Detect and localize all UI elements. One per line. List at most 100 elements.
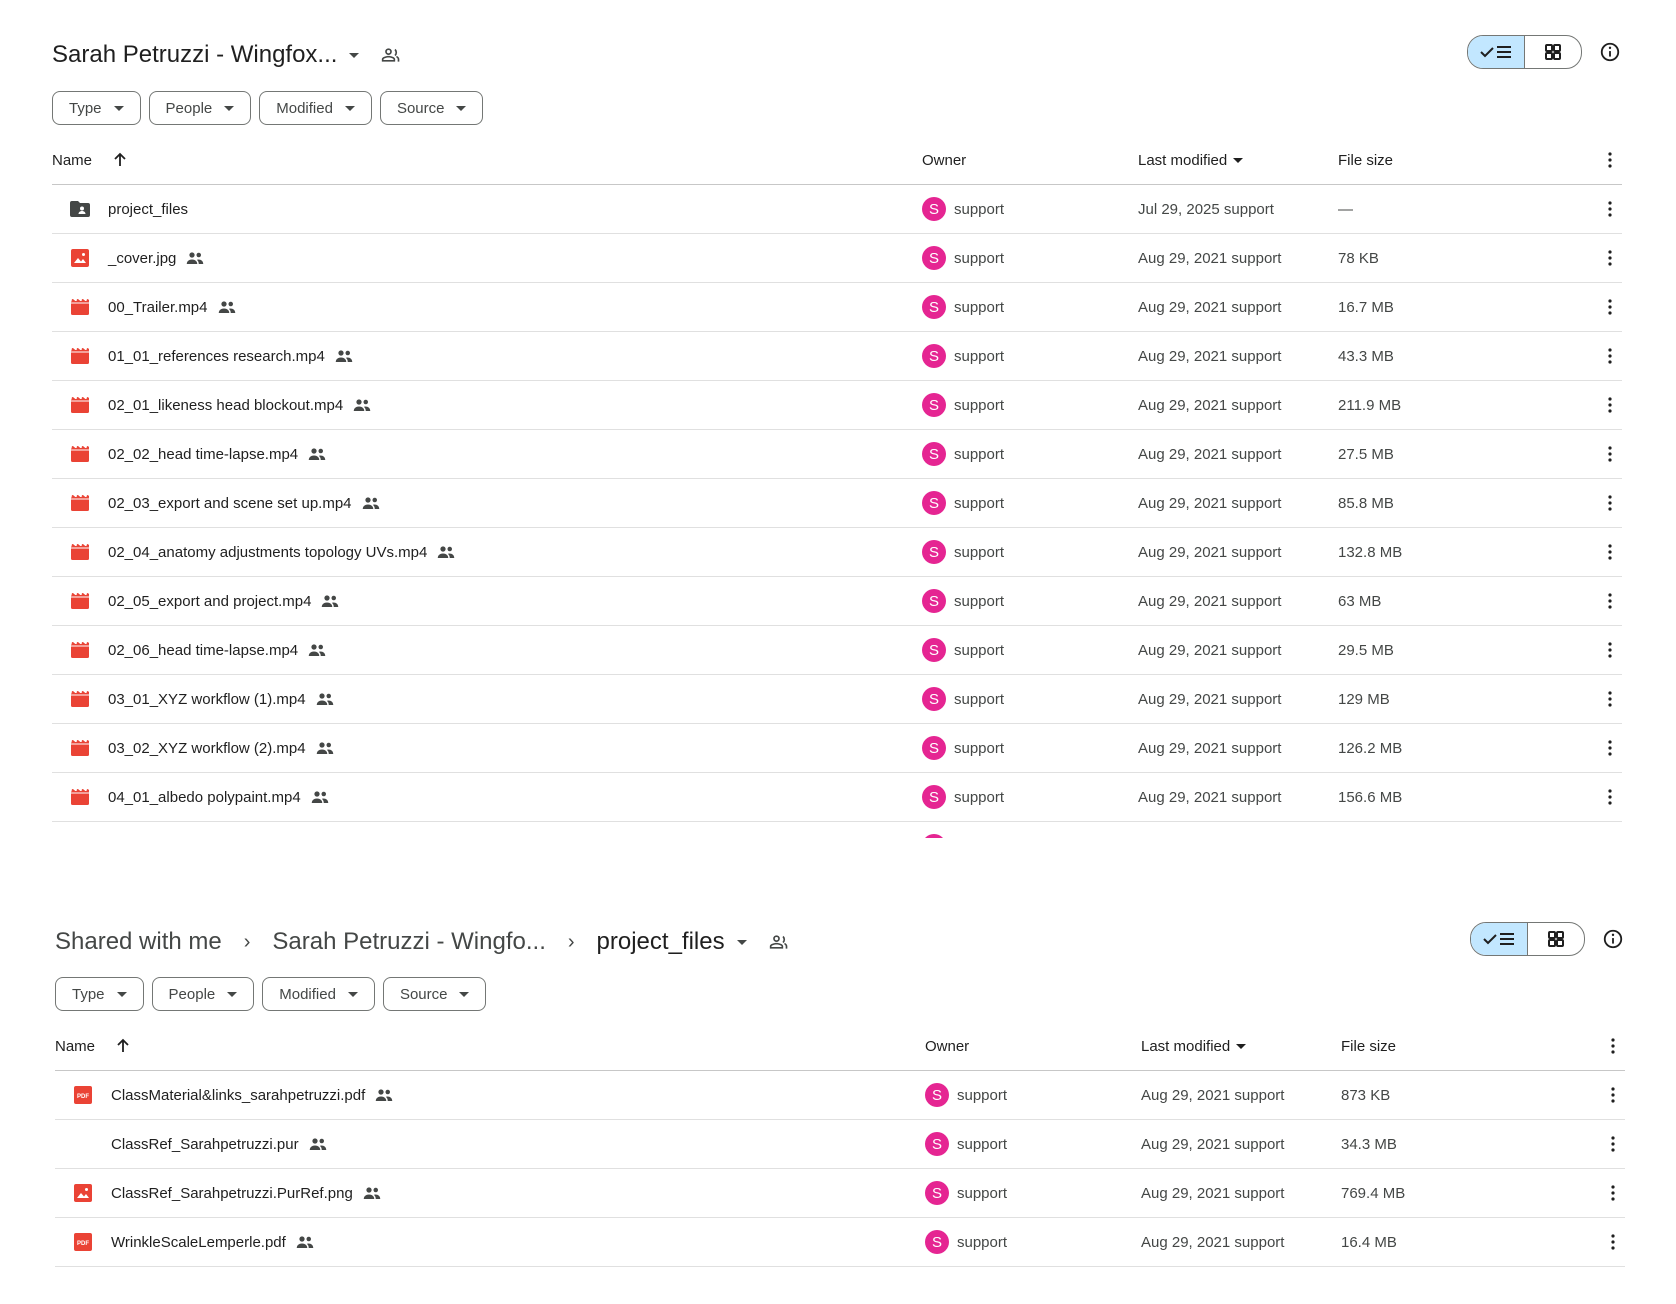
file-name[interactable]: 01_01_references research.mp4 [108,348,325,365]
file-name[interactable]: _cover.jpg [108,250,176,267]
file-name[interactable]: 02_03_export and scene set up.mp4 [108,495,352,512]
table-row[interactable]: 02_06_head time-lapse.mp4 Ssupport Aug 29,… [52,626,1622,675]
file-size-cell: 34.3 MB [1341,1135,1397,1153]
avatar: S [922,246,946,270]
file-size-cell: 134.6 MB [1338,838,1598,839]
file-name[interactable]: WrinkleScaleLemperle.pdf [111,1234,286,1251]
check-list-icon [1483,933,1514,945]
more-options-icon[interactable] [1601,1038,1625,1054]
info-icon[interactable] [1598,40,1622,64]
file-name[interactable]: 04_02_albedo polypaint and spotlight pro… [108,838,459,839]
svg-text:PDF: PDF [77,1094,89,1100]
more-options-icon[interactable] [1598,348,1622,364]
table-row[interactable]: project_files Ssupport Jul 29, 2025 suppor… [52,185,1622,234]
more-options-icon[interactable] [1601,1234,1625,1250]
folder-title-button[interactable]: Sarah Petruzzi - Wingfox... [52,41,360,69]
file-name[interactable]: 03_02_XYZ workflow (2).mp4 [108,740,306,757]
table-row[interactable]: 02_01_likeness head blockout.mp4 Ssupport… [52,381,1622,430]
breadcrumb-shared-with-me[interactable]: Shared with me [55,928,222,956]
drive-subfolder-view: Shared with me › Sarah Petruzzi - Wingfo… [0,904,1676,1304]
more-options-icon[interactable] [1601,1185,1625,1201]
shared-folder-icon[interactable] [769,932,789,952]
filter-source-chip[interactable]: Source [382,977,487,1011]
chip-label: Source [396,99,445,117]
more-options-icon[interactable] [1598,691,1622,707]
more-options-icon[interactable] [1598,495,1622,511]
table-row[interactable]: 02_05_export and project.mp4 Ssupport Aug … [52,577,1622,626]
video-file-icon [68,491,92,515]
owner-name: support [954,249,1005,267]
file-name[interactable]: 02_01_likeness head blockout.mp4 [108,397,343,414]
more-options-icon[interactable] [1598,250,1622,266]
table-row[interactable]: 03_02_XYZ workflow (2).mp4 Ssupport Aug 29… [52,724,1622,773]
grid-view-button[interactable] [1525,36,1581,68]
file-name[interactable]: 02_02_head time-lapse.mp4 [108,446,298,463]
file-name[interactable]: project_files [108,201,188,218]
filter-people-chip[interactable]: People [151,977,255,1011]
filter-type-chip[interactable]: Type [52,91,141,125]
filter-type-chip[interactable]: Type [55,977,144,1011]
file-name[interactable]: 02_04_anatomy adjustments topology UVs.m… [108,544,427,561]
file-name[interactable]: 02_06_head time-lapse.mp4 [108,642,298,659]
modified-column-header[interactable]: Last modified [1138,152,1338,169]
list-view-button[interactable] [1468,36,1525,68]
table-row[interactable]: PDF ClassMaterial&links_sarahpetruzzi.pdf… [55,1071,1625,1120]
more-options-icon[interactable] [1598,789,1622,805]
avatar: S [922,344,946,368]
file-name[interactable]: 00_Trailer.mp4 [108,299,208,316]
more-options-icon[interactable] [1601,1136,1625,1152]
table-row[interactable]: 02_02_head time-lapse.mp4 Ssupport Aug 29,… [52,430,1622,479]
more-options-icon[interactable] [1598,740,1622,756]
table-row[interactable]: ClassRef_Sarahpetruzzi.pur Ssupport Aug 29… [55,1120,1625,1169]
table-row[interactable]: 02_03_export and scene set up.mp4 Ssuppor… [52,479,1622,528]
arrow-up-icon[interactable] [115,1038,131,1054]
video-file-icon [68,736,92,760]
more-options-icon[interactable] [1598,152,1622,168]
shared-people-icon [353,398,371,412]
owner-name: support [954,200,1005,218]
table-row[interactable]: 04_02_albedo polypaint and spotlight pro… [52,822,1622,838]
file-name-cell: _cover.jpg [52,246,922,270]
more-options-icon[interactable] [1598,299,1622,315]
shared-folder-icon[interactable] [381,45,401,65]
owner-name: support [957,1233,1008,1251]
file-name-cell: PDF ClassMaterial&links_sarahpetruzzi.pdf [55,1083,925,1107]
file-name[interactable]: ClassRef_Sarahpetruzzi.PurRef.png [111,1185,353,1202]
filter-source-chip[interactable]: Source [379,91,484,125]
filter-bar: Type People Modified Source [55,977,487,1011]
filter-modified-chip[interactable]: Modified [262,977,375,1011]
table-row[interactable]: ClassRef_Sarahpetruzzi.PurRef.png Ssuppor… [55,1169,1625,1218]
table-row[interactable]: 02_04_anatomy adjustments topology UVs.m… [52,528,1622,577]
avatar: S [922,491,946,515]
breadcrumb-parent-folder[interactable]: Sarah Petruzzi - Wingfo... [272,928,545,956]
more-options-icon[interactable] [1598,593,1622,609]
file-name[interactable]: 04_01_albedo polypaint.mp4 [108,789,301,806]
more-options-icon[interactable] [1601,1087,1625,1103]
file-name[interactable]: 03_01_XYZ workflow (1).mp4 [108,691,306,708]
more-options-icon[interactable] [1598,201,1622,217]
info-icon[interactable] [1601,927,1625,951]
folder-title-button[interactable]: project_files [597,928,747,956]
shared-people-icon [316,741,334,755]
name-column-header[interactable]: Name [55,1038,925,1055]
file-name[interactable]: ClassRef_Sarahpetruzzi.pur [111,1136,299,1153]
more-options-icon[interactable] [1598,446,1622,462]
list-view-button[interactable] [1471,923,1528,955]
filter-people-chip[interactable]: People [148,91,252,125]
table-row[interactable]: 01_01_references research.mp4 Ssupport Aug… [52,332,1622,381]
table-row[interactable]: 00_Trailer.mp4 Ssupport Aug 29, 2021 suppo… [52,283,1622,332]
file-name[interactable]: 02_05_export and project.mp4 [108,593,311,610]
table-row[interactable]: 03_01_XYZ workflow (1).mp4 Ssupport Aug 29… [52,675,1622,724]
more-options-icon[interactable] [1598,544,1622,560]
name-column-header[interactable]: Name [52,152,922,169]
table-row[interactable]: PDF WrinkleScaleLemperle.pdf Ssupport Aug 2… [55,1218,1625,1267]
more-options-icon[interactable] [1598,642,1622,658]
arrow-up-icon[interactable] [112,152,128,168]
grid-view-button[interactable] [1528,923,1584,955]
table-row[interactable]: _cover.jpg Ssupport Aug 29, 2021 support 78… [52,234,1622,283]
table-row[interactable]: 04_01_albedo polypaint.mp4 Ssupport Aug 29… [52,773,1622,822]
filter-modified-chip[interactable]: Modified [259,91,372,125]
modified-column-header[interactable]: Last modified [1141,1038,1341,1055]
more-options-icon[interactable] [1598,397,1622,413]
file-name[interactable]: ClassMaterial&links_sarahpetruzzi.pdf [111,1087,365,1104]
